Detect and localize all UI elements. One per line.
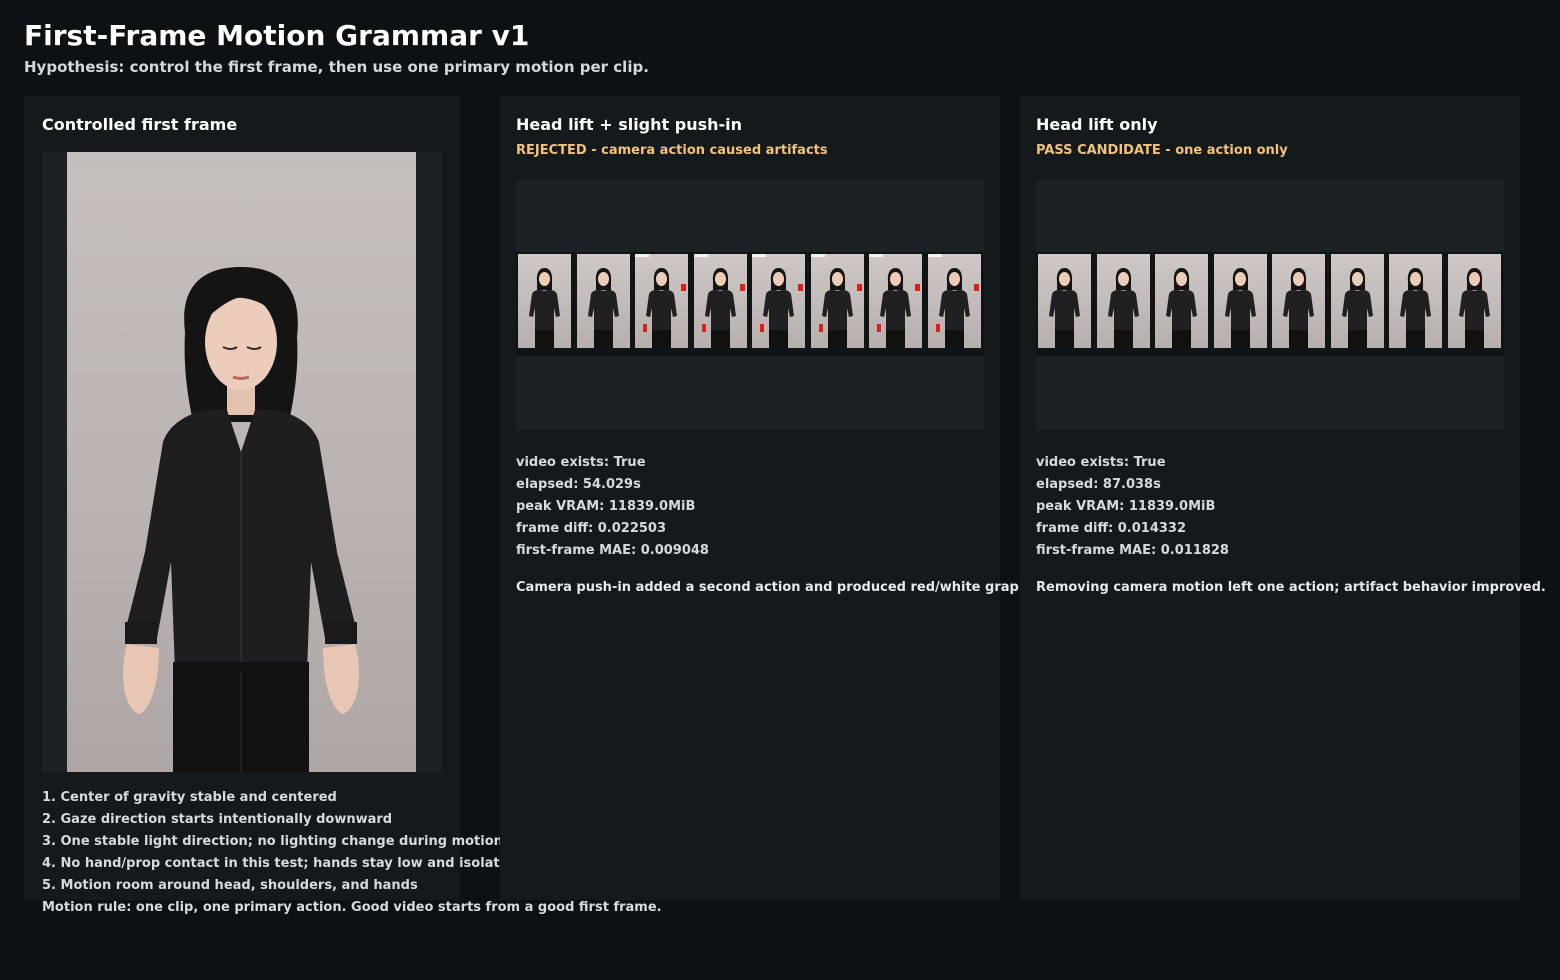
frame-thumbnail-caption	[1448, 349, 1501, 353]
frame-thumbnail-caption	[1214, 349, 1267, 353]
frame-thumbnail	[927, 254, 981, 348]
head-lift-result-panel: Head lift only PASS CANDIDATE - one acti…	[1020, 96, 1520, 900]
frame-thumbnail-caption	[635, 349, 688, 353]
first-frame-photo	[67, 152, 416, 772]
frame-thumbnail-caption	[1038, 349, 1091, 353]
checklist-item: 2. Gaze direction starts intentionally d…	[42, 812, 393, 827]
page-subtitle: Hypothesis: control the first frame, the…	[24, 58, 649, 76]
frame-thumbnail	[752, 254, 805, 348]
head-lift-thumbnail-row	[1036, 252, 1504, 356]
stat-line: video exists: True	[516, 455, 646, 470]
head-lift-note-clip: Removing camera motion left one action; …	[1036, 580, 1556, 602]
frame-thumbnail-caption	[752, 349, 805, 353]
frame-thumbnail	[635, 254, 688, 348]
head-lift-note: Removing camera motion left one action; …	[1036, 580, 1546, 595]
stat-line: first-frame MAE: 0.011828	[1036, 543, 1229, 558]
frame-thumbnail-caption	[811, 349, 864, 353]
frame-thumbnail	[869, 254, 922, 348]
stat-line: peak VRAM: 11839.0MiB	[1036, 499, 1216, 514]
stat-line: elapsed: 87.038s	[1036, 477, 1161, 492]
checklist-item: 1. Center of gravity stable and centered	[42, 790, 337, 805]
head-lift-verdict: PASS CANDIDATE - one action only	[1036, 143, 1288, 158]
frame-thumbnail	[576, 254, 630, 348]
first-frame-heading: Controlled first frame	[42, 115, 238, 134]
frame-thumbnail	[1389, 254, 1442, 348]
frame-thumbnail-caption	[1097, 349, 1150, 353]
stat-line: peak VRAM: 11839.0MiB	[516, 499, 696, 514]
frame-thumbnail	[1447, 254, 1501, 348]
frame-thumbnail	[1272, 254, 1325, 348]
stat-line: frame diff: 0.014332	[1036, 521, 1187, 536]
frame-thumbnail	[518, 254, 571, 348]
page-title: First-Frame Motion Grammar v1	[24, 19, 530, 52]
frame-thumbnail	[693, 254, 747, 348]
frame-thumbnail	[1038, 254, 1091, 348]
push-in-note: Camera push-in added a second action and…	[516, 580, 1019, 595]
frame-thumbnail-caption	[869, 349, 922, 353]
motion-rule: Motion rule: one clip, one primary actio…	[42, 900, 662, 915]
head-lift-heading: Head lift only	[1036, 115, 1158, 134]
push-in-thumbnail-row	[516, 252, 984, 356]
stat-line: elapsed: 54.029s	[516, 477, 641, 492]
push-in-heading: Head lift + slight push-in	[516, 115, 743, 134]
checklist-item: 4. No hand/prop contact in this test; ha…	[42, 856, 500, 871]
frame-thumbnail	[1213, 254, 1267, 348]
push-in-frame-strip	[516, 180, 984, 430]
frame-thumbnail	[1330, 254, 1384, 348]
frame-thumbnail	[1096, 254, 1150, 348]
first-frame-panel: Controlled first frame	[24, 96, 460, 900]
frame-thumbnail	[810, 254, 864, 348]
checklist-item: 3. One stable light direction; no lighti…	[42, 834, 500, 849]
stat-line: frame diff: 0.022503	[516, 521, 667, 536]
frame-thumbnail	[1155, 254, 1208, 348]
frame-thumbnail-caption	[577, 349, 630, 353]
frame-thumbnail-caption	[1331, 349, 1384, 353]
frame-thumbnail-caption	[1272, 349, 1325, 353]
frame-thumbnail-caption	[694, 349, 747, 353]
frame-thumbnail-caption	[928, 349, 981, 353]
push-in-note-clip: Camera push-in added a second action and…	[516, 580, 1019, 602]
woman-figure-illustration	[123, 267, 359, 772]
head-lift-stats: video exists: True elapsed: 87.038s peak…	[1036, 452, 1229, 562]
frame-thumbnail-caption	[1155, 349, 1208, 353]
stat-line: first-frame MAE: 0.009048	[516, 543, 709, 558]
first-frame-image-frame	[42, 152, 442, 772]
head-lift-frame-strip	[1036, 180, 1504, 430]
stat-line: video exists: True	[1036, 455, 1166, 470]
push-in-stats: video exists: True elapsed: 54.029s peak…	[516, 452, 709, 562]
push-in-result-panel: Head lift + slight push-in REJECTED - ca…	[500, 96, 1000, 900]
checklist-item: 5. Motion room around head, shoulders, a…	[42, 878, 418, 893]
frame-thumbnail-caption	[518, 349, 571, 353]
frame-thumbnail-caption	[1389, 349, 1442, 353]
push-in-verdict: REJECTED - camera action caused artifact…	[516, 143, 828, 158]
